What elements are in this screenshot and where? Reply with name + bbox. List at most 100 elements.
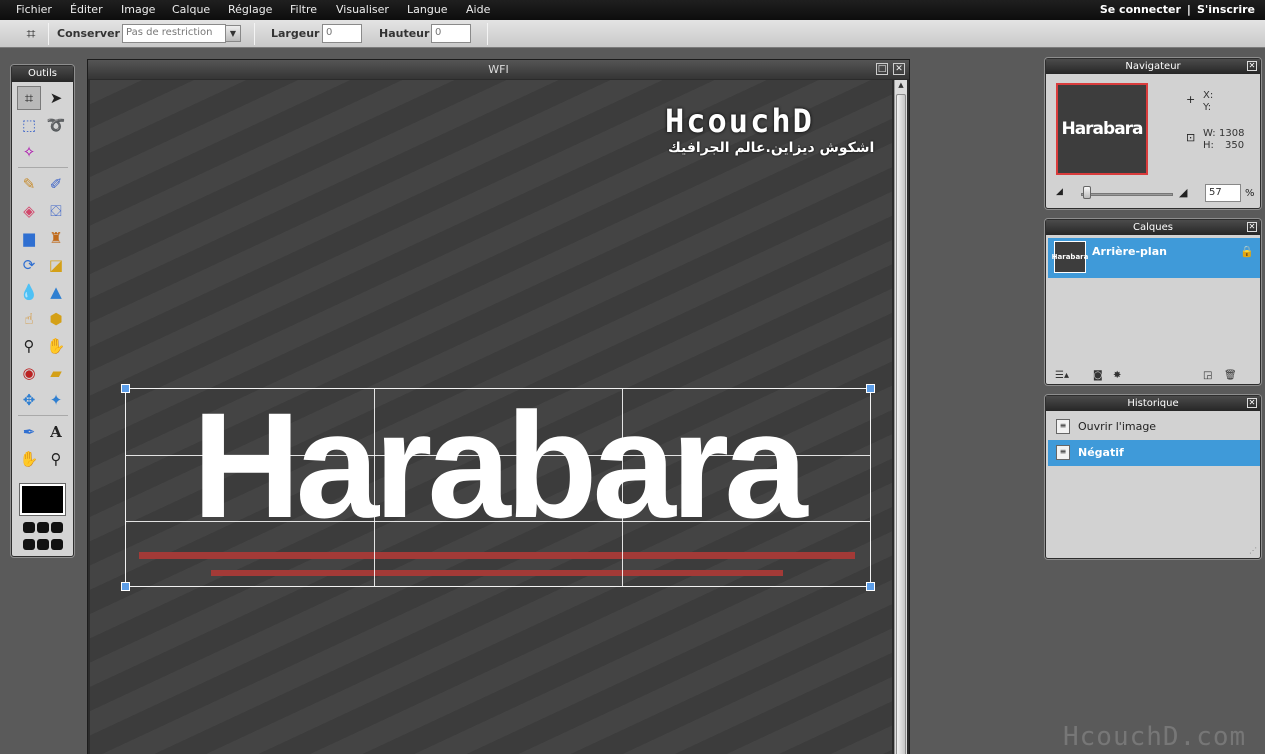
color-replace-icon[interactable]: ⟳ <box>17 253 41 277</box>
history-item-selected[interactable]: ≡ Négatif <box>1048 440 1260 466</box>
sponge-icon[interactable]: ⬢ <box>44 307 68 331</box>
eraser-icon[interactable]: ◈ <box>17 199 41 223</box>
scroll-up-icon[interactable]: ▲ <box>896 81 906 92</box>
crop-selection[interactable] <box>121 384 875 591</box>
clone-stamp-icon[interactable]: ♜ <box>44 226 68 250</box>
menu-fichier[interactable]: Fichier <box>16 3 52 16</box>
vertical-scrollbar[interactable]: ▲ <box>894 80 907 754</box>
color-picker-icon[interactable]: ✒ <box>17 420 41 444</box>
layer-thumbnail: Harabara <box>1052 241 1088 273</box>
type-icon[interactable]: A <box>44 420 68 444</box>
login-link[interactable]: Se connecter <box>1100 3 1181 16</box>
lasso-icon[interactable]: ➰ <box>44 113 68 137</box>
image-canvas[interactable]: HcouchD اشكوش ديزاين.عالم الجرافيك Harab… <box>90 80 892 754</box>
h-value: 350 <box>1225 140 1245 151</box>
x-label: X: <box>1203 90 1214 101</box>
chevron-down-icon[interactable]: ▼ <box>225 25 241 42</box>
close-icon[interactable]: ✕ <box>893 63 905 75</box>
resize-grip-icon[interactable]: ⋰ <box>1249 546 1257 555</box>
brush-icon[interactable]: ✐ <box>44 172 68 196</box>
zoom-in-icon[interactable]: ◢ <box>1179 186 1187 199</box>
navigator-title: Navigateur ✕ <box>1046 59 1260 74</box>
smudge-icon[interactable]: ☝ <box>17 307 41 331</box>
menu-aide[interactable]: Aide <box>466 3 490 16</box>
layer-styles-icon[interactable]: ✸ <box>1113 370 1121 381</box>
lock-icon: 🔒 <box>1240 245 1254 258</box>
magic-wand-icon[interactable]: ✧ <box>17 140 41 164</box>
layer-settings-icon[interactable]: ☰▴ <box>1055 370 1069 381</box>
zoom-slider-knob[interactable] <box>1083 186 1091 199</box>
tools-title: Outils <box>12 66 73 82</box>
sharpen-icon[interactable]: ▲ <box>44 280 68 304</box>
menu-visualiser[interactable]: Visualiser <box>336 3 389 16</box>
pinch-icon[interactable]: ✦ <box>44 388 68 412</box>
crop-icon[interactable]: ⌗ <box>17 86 41 110</box>
watermark: HcouchD.com <box>1063 722 1247 752</box>
scroll-thumb[interactable] <box>896 94 906 754</box>
session-links: Se connecter | S'inscrire <box>1097 3 1258 16</box>
width-label: Largeur : <box>271 27 328 40</box>
burn-icon[interactable]: ✋ <box>44 334 68 358</box>
navigator-panel: Navigateur ✕ Harabara + X: Y: ⊡ W: 1308 H… <box>1045 58 1261 209</box>
layers-panel: Calques ✕ Harabara Arrière-plan 🔒 ☰▴ ◙ ✸ … <box>1045 219 1261 385</box>
history-item[interactable]: ≡ Ouvrir l'image <box>1048 414 1260 440</box>
dodge-icon[interactable]: ⚲ <box>17 334 41 358</box>
document-title: WFI <box>88 60 909 79</box>
foreground-color-swatch[interactable] <box>19 483 66 516</box>
bloat-icon[interactable]: ✥ <box>17 388 41 412</box>
menu-filtre[interactable]: Filtre <box>290 3 317 16</box>
layer-row[interactable]: Harabara Arrière-plan 🔒 <box>1048 238 1260 278</box>
move-icon[interactable]: ➤ <box>44 86 68 110</box>
menu-image[interactable]: Image <box>121 3 155 16</box>
history-item-label: Négatif <box>1078 446 1124 459</box>
gradient-icon[interactable]: ▆ <box>17 226 41 250</box>
layer-mask-icon[interactable]: ◙ <box>1093 370 1103 381</box>
zoom-out-icon[interactable]: ◢ <box>1056 187 1063 197</box>
marquee-icon[interactable]: ⬚ <box>17 113 41 137</box>
delete-layer-icon[interactable]: 🗑 <box>1224 370 1237 381</box>
spot-heal-icon[interactable]: ▰ <box>44 361 68 385</box>
keep-select[interactable]: Pas de restriction <box>122 24 226 43</box>
menu-reglage[interactable]: Réglage <box>228 3 272 16</box>
paint-bucket-icon[interactable]: ⛋ <box>44 199 68 223</box>
y-label: Y: <box>1203 102 1212 113</box>
blur-icon[interactable]: 💧 <box>17 280 41 304</box>
red-eye-icon[interactable]: ◉ <box>17 361 41 385</box>
crop-handle-bottom-left[interactable] <box>121 582 130 591</box>
close-icon[interactable]: ✕ <box>1247 398 1257 408</box>
zoom-slider[interactable] <box>1081 193 1173 196</box>
crop-grid-line <box>622 389 623 586</box>
crop-handle-top-right[interactable] <box>866 384 875 393</box>
zoom-icon[interactable]: ⚲ <box>44 447 68 471</box>
crop-grid-line <box>374 389 375 586</box>
height-label: Hauteur : <box>379 27 438 40</box>
navigator-thumbnail[interactable]: Harabara <box>1056 83 1148 175</box>
width-input[interactable]: 0 <box>322 24 362 43</box>
separator <box>254 23 255 45</box>
swatch-grid[interactable] <box>22 521 68 555</box>
register-link[interactable]: S'inscrire <box>1197 3 1255 16</box>
menu-editer[interactable]: Éditer <box>70 3 103 16</box>
menu-langue[interactable]: Langue <box>407 3 448 16</box>
divider <box>18 415 68 416</box>
separator <box>48 23 49 45</box>
new-layer-icon[interactable]: ◲ <box>1203 370 1212 381</box>
height-input[interactable]: 0 <box>431 24 471 43</box>
close-icon[interactable]: ✕ <box>1247 222 1257 232</box>
tools-panel: Outils ⌗ ➤ ⬚ ➰ ✧ ✎ ✐ ◈ ⛋ ▆ ♜ ⟳ ◪ 💧 ▲ ☝ ⬢… <box>11 65 74 557</box>
crop-handle-bottom-right[interactable] <box>866 582 875 591</box>
layers-title: Calques ✕ <box>1046 220 1260 235</box>
history-title: Historique ✕ <box>1046 396 1260 411</box>
hand-icon[interactable]: ✋ <box>17 447 41 471</box>
zoom-unit: % <box>1245 188 1255 199</box>
maximize-icon[interactable]: □ <box>876 63 888 75</box>
crop-grid-line <box>126 455 870 456</box>
menu-calque[interactable]: Calque <box>172 3 210 16</box>
pencil-icon[interactable]: ✎ <box>17 172 41 196</box>
drawing-icon[interactable]: ◪ <box>44 253 68 277</box>
crop-handle-top-left[interactable] <box>121 384 130 393</box>
crosshair-icon: + <box>1186 93 1196 106</box>
zoom-input[interactable]: 57 <box>1205 184 1241 202</box>
crop-grid-line <box>126 521 870 522</box>
close-icon[interactable]: ✕ <box>1247 61 1257 71</box>
